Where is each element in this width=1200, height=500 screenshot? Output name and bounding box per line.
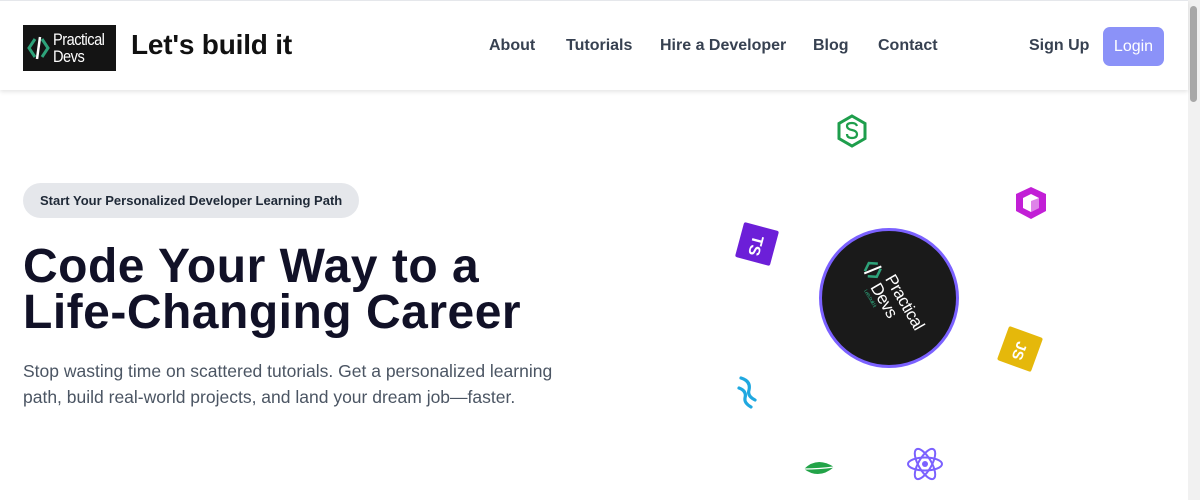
react-icon [907,447,943,481]
logo-circle-content: Practical Devs Let's build it [844,240,934,355]
cube-icon [1016,187,1046,219]
logo-circle: Practical Devs Let's build it [819,228,959,368]
javascript-icon: JS [997,326,1043,372]
hero-description: Stop wasting time on scattered tutorials… [23,358,583,410]
login-button[interactable]: Login [1103,27,1164,66]
hero-description-line2: path, build real-world projects, and lan… [23,387,516,407]
logo-text-line2: Devs [53,47,85,66]
logo-text-line1: Practical [53,30,105,49]
hero-headline: Code Your Way to a Life-Changing Career [23,240,643,339]
code-bracket-icon [27,36,50,60]
nav-contact[interactable]: Contact [878,37,938,55]
nav-tutorials[interactable]: Tutorials [566,37,632,55]
nav-about[interactable]: About [489,37,535,55]
scrollbar-thumb[interactable] [1190,6,1197,102]
hero-description-line1: Stop wasting time on scattered tutorials… [23,361,553,381]
nav-hire-developer[interactable]: Hire a Developer [660,37,786,55]
scrollbar[interactable] [1188,0,1200,500]
logo[interactable]: Practical Devs [23,25,116,71]
logo-text: Practical Devs [53,30,105,66]
leaf-icon [803,461,835,475]
tailwind-icon [737,376,757,409]
header: Practical Devs Let's build it About Tuto… [0,0,1188,90]
page: Practical Devs Let's build it About Tuto… [0,0,1200,500]
typescript-icon: TS [735,222,779,266]
site-tagline: Let's build it [131,29,292,60]
signup-link[interactable]: Sign Up [1029,37,1089,55]
nodejs-icon [837,114,867,148]
hero-headline-line2: Life-Changing Career [23,286,522,339]
learning-path-badge: Start Your Personalized Developer Learni… [23,183,360,218]
hero-headline-line1: Code Your Way to a [23,240,480,293]
nav-blog[interactable]: Blog [813,37,849,55]
